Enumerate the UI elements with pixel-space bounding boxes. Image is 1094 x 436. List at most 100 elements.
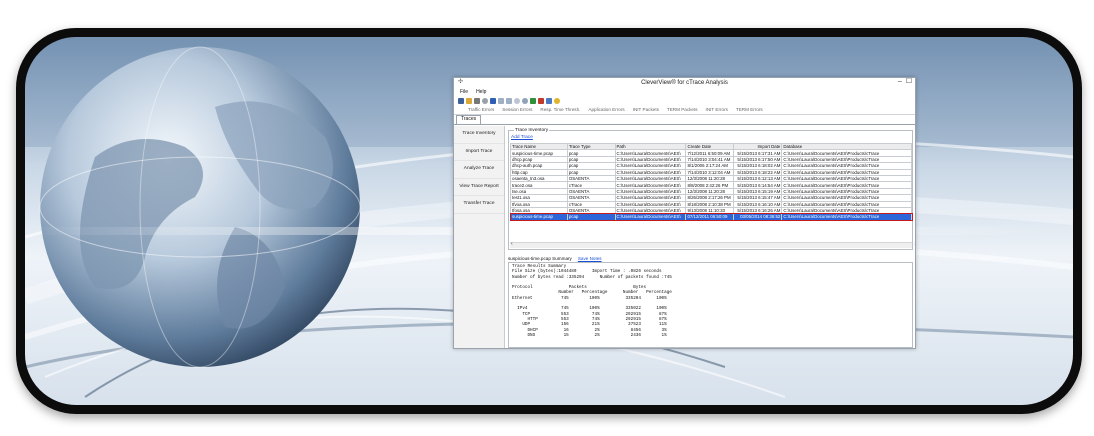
cell-path: C:\Users\Laura\Documents\AES\	[614, 187, 687, 196]
toolbar	[454, 97, 915, 105]
table-row[interactable]: tfvoa.osa cTrace C:\Users\Laura\Documents\…	[510, 200, 912, 208]
cell-import-date: 5/15/2013 6:15:47 AM	[733, 194, 783, 202]
table-row[interactable]: dhcp-auth.pcap pcap C:\Users\Laura\Documen…	[510, 162, 912, 170]
print-icon[interactable]	[474, 98, 480, 104]
tab-session-errors[interactable]: Session Errors	[502, 107, 532, 112]
open-folder-icon[interactable]	[466, 98, 472, 104]
cell-create-date: 7/14/2010 3:04:41 AM	[685, 155, 735, 164]
tab-resp-time-thresh[interactable]: Resp. Time Thresh.	[540, 107, 580, 112]
cell-create-date: 8/1/2006 2:17:24 AM	[685, 162, 735, 170]
list-icon[interactable]	[490, 98, 496, 104]
table-row[interactable]: osaenta_tn3.osa OSAENTA C:\Users\Laura\Doc…	[510, 174, 912, 183]
window-title: CleverView® for cTrace Analysis	[641, 80, 728, 87]
cell-path: C:\Users\Laura\Documents\AES\	[614, 174, 687, 183]
settings-icon[interactable]	[482, 98, 488, 104]
table-row[interactable]: test1.osa OSAENTA C:\Users\Laura\Documents…	[510, 194, 912, 202]
save-notes-link[interactable]: Save Notes	[578, 256, 602, 261]
tab-init-errors[interactable]: INIT Errors	[706, 107, 728, 112]
cell-path: C:\Users\Laura\Documents\AES\	[614, 168, 687, 176]
app-icon: ✣	[458, 79, 464, 85]
scroll-right-icon[interactable]: ›	[914, 241, 915, 248]
download-icon[interactable]	[530, 98, 536, 104]
cell-import-date: 5/15/2013 6:14:54 AM	[733, 181, 783, 189]
cell-trace-type: pcap	[566, 213, 616, 221]
cell-path: C:\Users\Laura\Documents\AES\	[614, 206, 687, 215]
cell-create-date: 07/12/2011 06:50:09	[685, 213, 735, 221]
summary-line: DNS 15 2% 2436 1%	[512, 332, 667, 338]
tab-application-errors[interactable]: Application Errors	[588, 107, 624, 112]
cell-import-date: 5/15/2013 6:16:26 AM	[733, 206, 783, 215]
error-filter-bar: Traffic Errors Session Errors Resp. Time…	[454, 105, 915, 115]
cell-create-date: 8/26/2008 2:17:26 PM	[685, 194, 735, 202]
horizontal-scrollbar[interactable]: ‹ ›	[510, 241, 915, 248]
cell-import-date: 5/15/2013 6:16:10 AM	[733, 200, 783, 208]
trace-inventory-panel: Trace Inventory Add Trace Trace Name Tra…	[508, 128, 915, 250]
tab-traces[interactable]: Traces	[456, 115, 482, 124]
tab-term-errors[interactable]: TERM Errors	[736, 107, 763, 112]
cell-path: C:\Users\Laura\Documents\AES\	[614, 194, 687, 202]
add-trace-link[interactable]: Add Trace	[511, 135, 533, 141]
table-row[interactable]: tfosa.osa OSAENTA C:\Users\Laura\Documents…	[510, 206, 912, 215]
cell-path: C:\Users\Laura\Documents\AES\	[614, 181, 687, 189]
scroll-left-icon[interactable]: ‹	[511, 241, 513, 248]
window-controls: – ☐	[898, 78, 912, 86]
trace-table: Trace Name Trace Type Path Create Date I…	[509, 142, 913, 222]
sidebar: Trace Inventory Import Trace Analyze Tra…	[454, 126, 505, 348]
summary-tab-bar: suspicious-time.pcap Summary Save Notes	[508, 256, 602, 261]
cell-create-date: 8/18/2008 2:10:38 PM	[685, 200, 735, 208]
trace-inventory-legend: Trace Inventory	[514, 128, 550, 134]
sidebar-item-transfer-trace[interactable]: Transfer Trace	[454, 196, 504, 214]
cell-path: C:\Users\Laura\Documents\AES\	[614, 213, 687, 221]
summary-tab-label[interactable]: suspicious-time.pcap Summary	[508, 256, 572, 261]
cell-path: C:\Users\Laura\Documents\AES\	[614, 149, 687, 157]
menu-file[interactable]: File	[460, 89, 468, 96]
summary-report-text: Trace Results Summary File Size (bytes):1…	[508, 262, 913, 348]
menu-help[interactable]: Help	[476, 89, 486, 96]
cell-import-date: 03/05/2014 08:36:52	[733, 213, 783, 221]
table-row[interactable]: http.cap pcap C:\Users\Laura\Documents\AES…	[510, 168, 912, 176]
cell-import-date: 5/15/2013 6:18:02 AM	[733, 162, 783, 170]
back-arrow-icon[interactable]	[498, 98, 504, 104]
tab-init-packets[interactable]: INIT Packets	[633, 107, 659, 112]
main-body: Trace Inventory Import Trace Analyze Tra…	[454, 126, 915, 348]
sidebar-item-analyze-trace[interactable]: Analyze Trace	[454, 161, 504, 179]
cell-create-date: 8/8/2008 2:42:26 PM	[685, 181, 735, 189]
zoom-icon[interactable]	[522, 98, 528, 104]
tab-term-packets[interactable]: TERM Packets	[667, 107, 698, 112]
tab-traffic-errors[interactable]: Traffic Errors	[468, 107, 494, 112]
chart-icon[interactable]	[538, 98, 544, 104]
table-row[interactable]: dhcp.pcap pcap C:\Users\Laura\Documents\AE…	[510, 155, 912, 164]
table-row[interactable]: suspicious-time.pcap pcap C:\Users\Laura\D…	[509, 212, 913, 222]
cell-create-date: 7/14/2010 3:12:04 AM	[685, 168, 735, 176]
table-row[interactable]: trace2.osa cTrace C:\Users\Laura\Documents…	[510, 181, 912, 189]
menu-bar: File Help	[454, 89, 915, 97]
cell-path: C:\Users\Laura\Documents\AES\	[614, 155, 687, 164]
cell-import-date: 5/15/2013 6:15:19 AM	[733, 187, 783, 196]
cell-create-date: 7/12/2011 6:50:09 AM	[685, 149, 735, 157]
cell-path: C:\Users\Laura\Documents\AES\	[614, 200, 687, 208]
banner-frame: ✣ CleverView® for cTrace Analysis – ☐ Fi…	[16, 28, 1082, 414]
sidebar-item-view-trace-report[interactable]: View Trace Report	[454, 179, 504, 196]
forward-arrow-icon[interactable]	[506, 98, 512, 104]
copy-icon[interactable]	[546, 98, 552, 104]
maximize-icon[interactable]: ☐	[906, 78, 912, 86]
tab-strip: Traces	[454, 115, 915, 125]
cell-import-date: 5/15/2013 6:17:50 AM	[733, 155, 783, 164]
help-icon[interactable]	[554, 98, 560, 104]
title-bar: ✣ CleverView® for cTrace Analysis – ☐	[454, 78, 915, 89]
minimize-icon[interactable]: –	[898, 78, 902, 86]
save-icon[interactable]	[458, 98, 464, 104]
cell-import-date: 5/15/2013 6:18:22 AM	[733, 168, 783, 176]
cell-path: C:\Users\Laura\Documents\AES\	[614, 162, 687, 170]
cell-import-date: 5/15/2013 6:12:13 AM	[733, 174, 783, 183]
table-row[interactable]: tse.osa OSAENTA C:\Users\Laura\Documents\A…	[510, 187, 912, 196]
sidebar-item-trace-inventory[interactable]: Trace Inventory	[454, 126, 504, 144]
search-icon[interactable]	[514, 98, 520, 104]
cell-database: C:\Users\Laura\Documents\AES\Products\cT…	[781, 213, 912, 221]
sidebar-item-import-trace[interactable]: Import Trace	[454, 144, 504, 161]
cell-trace-name: suspicious-time.pcap	[510, 213, 568, 221]
table-row[interactable]: suspicious-time.pcap pcap C:\Users\Laura\D…	[510, 149, 912, 157]
cell-import-date: 5/15/2013 6:17:31 AM	[733, 149, 783, 157]
content-pane: Trace Inventory Add Trace Trace Name Tra…	[505, 126, 915, 348]
app-window: ✣ CleverView® for cTrace Analysis – ☐ Fi…	[453, 77, 916, 349]
